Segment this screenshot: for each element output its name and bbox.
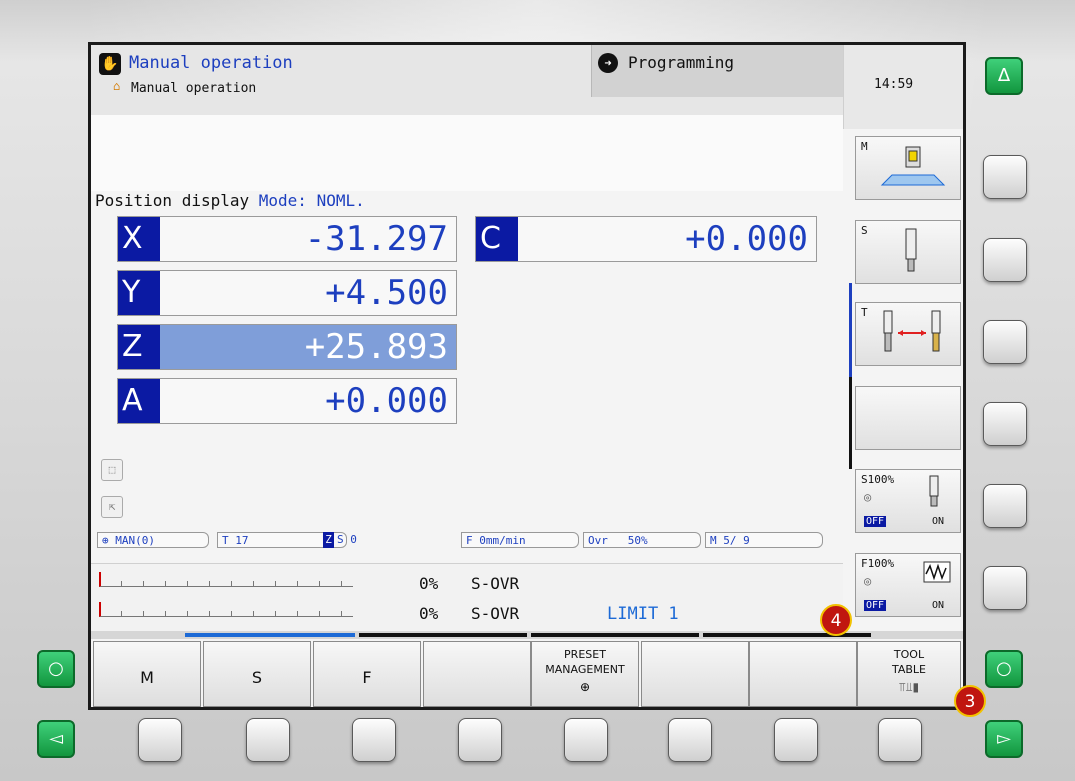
status-m-function: M 5/ 9 — [705, 532, 823, 548]
side-softkey-s100[interactable]: S100% ◎ OFF ON — [855, 469, 961, 533]
vertical-softkey-6[interactable] — [983, 566, 1027, 610]
override-label-1: S-OVR — [471, 574, 520, 593]
override-pct-2: 0% — [419, 604, 439, 623]
vertical-softkey-1[interactable] — [983, 155, 1027, 199]
axis-value-a: +0.000 — [325, 381, 448, 421]
position-display-title: Position display Mode: NOML. — [95, 191, 365, 210]
programming-icon: ➜ — [598, 53, 618, 73]
axis-z: Z +25.893 — [117, 324, 457, 370]
axis-letter-c: C — [476, 217, 518, 261]
override-label-2: S-OVR — [471, 604, 520, 623]
axis-letter-y: Y — [118, 271, 160, 315]
horizontal-softkey-3[interactable] — [352, 718, 396, 762]
horizontal-softkey-5[interactable] — [564, 718, 608, 762]
axis-c: C +0.000 — [475, 216, 817, 262]
horizontal-softkey-1[interactable] — [138, 718, 182, 762]
clock: 14:59 — [843, 45, 963, 129]
horizontal-softkey-7[interactable] — [774, 718, 818, 762]
callout-badge-4: 4 — [820, 604, 852, 636]
axis-letter-a: A — [118, 379, 160, 423]
status-axis: Z — [323, 532, 334, 548]
softkey-empty-4[interactable] — [423, 641, 531, 707]
vertical-softkey-3[interactable] — [983, 320, 1027, 364]
axis-x: X -31.297 — [117, 216, 457, 262]
tool-table-icon: ⫪⫫▮ — [898, 680, 920, 694]
position-display-label: Position display — [95, 191, 250, 210]
hand-icon: ✋ — [99, 53, 121, 75]
spindle-override-icon — [929, 475, 939, 507]
vertical-softkey-4[interactable] — [983, 402, 1027, 446]
position-display-mode: Mode: NOML. — [258, 191, 365, 210]
programming-label: Programming — [628, 53, 734, 72]
side-softkey-s[interactable]: S — [855, 220, 961, 284]
axis-letter-x: X — [118, 217, 160, 261]
softkey-tool-table[interactable]: TOOL TABLE ⫪⫫▮ — [857, 641, 961, 707]
clock-time: 14:59 — [874, 77, 914, 92]
softkey-empty-7[interactable] — [749, 641, 857, 707]
axis-letter-z: Z — [118, 325, 160, 369]
status-feed: F 0mm/min — [461, 532, 579, 548]
softkey-preset-management[interactable]: PRESET MANAGEMENT ⊕ — [531, 641, 639, 707]
side-softkey-f100[interactable]: F100% ◎ OFF ON — [855, 553, 961, 617]
softkey-s[interactable]: S — [203, 641, 311, 707]
home-icon: ⌂ — [113, 79, 121, 93]
horizontal-softkey-2[interactable] — [246, 718, 290, 762]
horizontal-softkey-4[interactable] — [458, 718, 502, 762]
softkey-switch-right-key[interactable]: ○ — [985, 650, 1023, 688]
tool-change-icon — [883, 310, 941, 352]
mode-subtitle: Manual operation — [131, 81, 257, 96]
side-softkey-empty[interactable] — [855, 386, 961, 450]
override-area: 0% S-OVR 0% S-OVR LIMIT 1 — [91, 563, 843, 639]
side-softkey-m[interactable]: M — [855, 136, 961, 200]
basic-rotation-icon[interactable]: ⬚ — [101, 459, 123, 481]
axis-y: Y +4.500 — [117, 270, 457, 316]
programming-tab[interactable]: ➜ Programming — [591, 45, 844, 97]
softkey-f[interactable]: F — [313, 641, 421, 707]
side-scroll-track — [849, 377, 852, 469]
axis-value-z: +25.893 — [304, 327, 448, 367]
side-scroll-indicator — [849, 283, 852, 377]
status-spindle: ZS 0 — [319, 532, 439, 548]
left-arrow-key[interactable]: ◅ — [37, 720, 75, 758]
override-pct-1: 0% — [419, 574, 439, 593]
override-bar-2 — [99, 602, 353, 617]
side-softkey-t[interactable]: T — [855, 302, 961, 366]
mode-title: Manual operation — [129, 53, 293, 73]
horizontal-softkey-6[interactable] — [668, 718, 712, 762]
vertical-softkey-2[interactable] — [983, 238, 1027, 282]
axis-value-y: +4.500 — [325, 273, 448, 313]
right-arrow-key[interactable]: ▻ — [985, 720, 1023, 758]
up-arrow-key[interactable]: Δ — [985, 57, 1023, 95]
status-bar: ⊕ MAN(0) T 17 ZS 0 F 0mm/min Ovr 50% M 5… — [97, 532, 825, 550]
feed-override-icon — [923, 561, 951, 583]
horizontal-softkey-8[interactable] — [878, 718, 922, 762]
limit-label: LIMIT 1 — [607, 604, 679, 624]
override-bar-1 — [99, 572, 353, 587]
crosshair-icon: ⊕ — [579, 680, 591, 694]
spindle-icon — [905, 228, 917, 272]
softkey-m[interactable]: M — [93, 641, 201, 707]
message-area — [91, 115, 843, 191]
vertical-softkey-5[interactable] — [983, 484, 1027, 528]
axis-a: A +0.000 — [117, 378, 457, 424]
status-override: Ovr 50% — [583, 532, 701, 548]
softkey-switch-left-key[interactable]: ○ — [37, 650, 75, 688]
status-mode: ⊕ MAN(0) — [97, 532, 209, 548]
callout-badge-3: 3 — [954, 685, 986, 717]
axis-value-c: +0.000 — [685, 219, 808, 259]
axis-value-x: -31.297 — [304, 219, 448, 259]
softkey-empty-6[interactable] — [641, 641, 749, 707]
machine-icon — [880, 146, 946, 186]
tool-call-icon[interactable]: ⇱ — [101, 496, 123, 518]
